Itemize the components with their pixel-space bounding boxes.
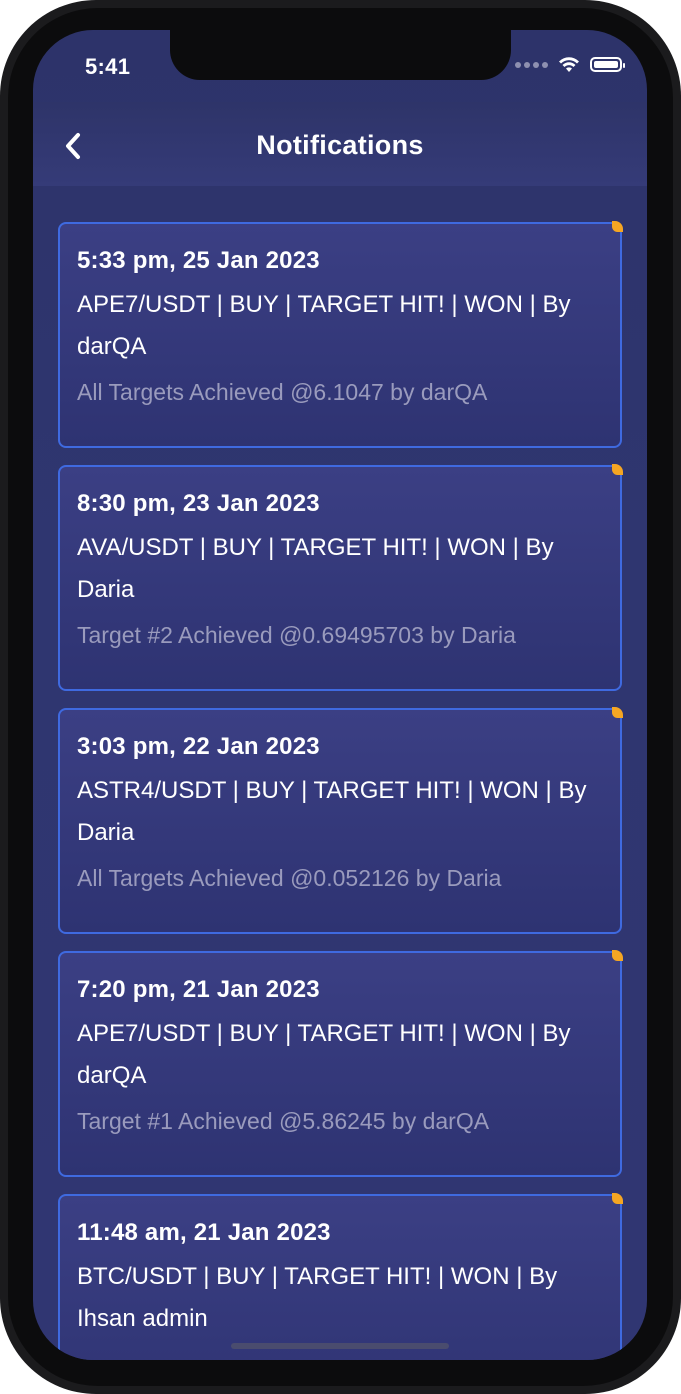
notification-card[interactable]: 11:48 am, 21 Jan 2023 BTC/USDT | BUY | T…	[58, 1193, 623, 1360]
screen: 5:41 Notifications 5:33 pm, 25 Jan 2023 …	[33, 30, 647, 1360]
unread-dot	[612, 1193, 623, 1204]
notification-message: AVA/USDT | BUY | TARGET HIT! | WON | By …	[77, 534, 554, 603]
notification-message: ASTR4/USDT | BUY | TARGET HIT! | WON | B…	[77, 777, 587, 846]
notification-detail: All Targets Achieved @0.052126 by Daria	[77, 865, 502, 891]
notification-card[interactable]: 5:33 pm, 25 Jan 2023 APE7/USDT | BUY | T…	[58, 221, 623, 448]
notification-message: APE7/USDT | BUY | TARGET HIT! | WON | By…	[77, 291, 571, 360]
home-indicator[interactable]	[231, 1343, 449, 1349]
notification-card[interactable]: 7:20 pm, 21 Jan 2023 APE7/USDT | BUY | T…	[58, 950, 623, 1177]
unread-dot	[612, 707, 623, 718]
notification-time: 3:03 pm, 22 Jan 2023	[77, 733, 320, 760]
status-time: 5:41	[85, 54, 131, 79]
app-header: Notifications	[33, 102, 647, 186]
status-icons	[515, 56, 625, 73]
notification-time: 7:20 pm, 21 Jan 2023	[77, 976, 320, 1003]
notch	[170, 30, 511, 80]
wifi-icon	[559, 57, 579, 72]
notification-time: 11:48 am, 21 Jan 2023	[77, 1219, 331, 1246]
unread-dot	[612, 950, 623, 961]
battery-icon	[590, 57, 625, 72]
notification-detail: Target #1 Achieved @5.86245 by darQA	[77, 1108, 490, 1134]
notification-card[interactable]: 8:30 pm, 23 Jan 2023 AVA/USDT | BUY | TA…	[58, 464, 623, 691]
notification-message: APE7/USDT | BUY | TARGET HIT! | WON | By…	[77, 1020, 571, 1089]
cellular-signal-icon	[515, 61, 548, 68]
unread-dot	[612, 464, 623, 475]
notification-time: 8:30 pm, 23 Jan 2023	[77, 490, 320, 517]
notification-detail: Target #2 Achieved @0.69495703 by Daria	[77, 622, 516, 648]
page-title: Notifications	[256, 130, 424, 160]
notification-card[interactable]: 3:03 pm, 22 Jan 2023 ASTR4/USDT | BUY | …	[58, 707, 623, 934]
notification-detail: All Targets Achieved @6.1047 by darQA	[77, 379, 488, 405]
phone-frame: 5:41 Notifications 5:33 pm, 25 Jan 2023 …	[0, 0, 681, 1394]
notification-list[interactable]: 5:33 pm, 25 Jan 2023 APE7/USDT | BUY | T…	[58, 221, 623, 1360]
notification-time: 5:33 pm, 25 Jan 2023	[77, 247, 320, 274]
notification-message: BTC/USDT | BUY | TARGET HIT! | WON | By …	[77, 1263, 558, 1332]
unread-dot	[612, 221, 623, 232]
